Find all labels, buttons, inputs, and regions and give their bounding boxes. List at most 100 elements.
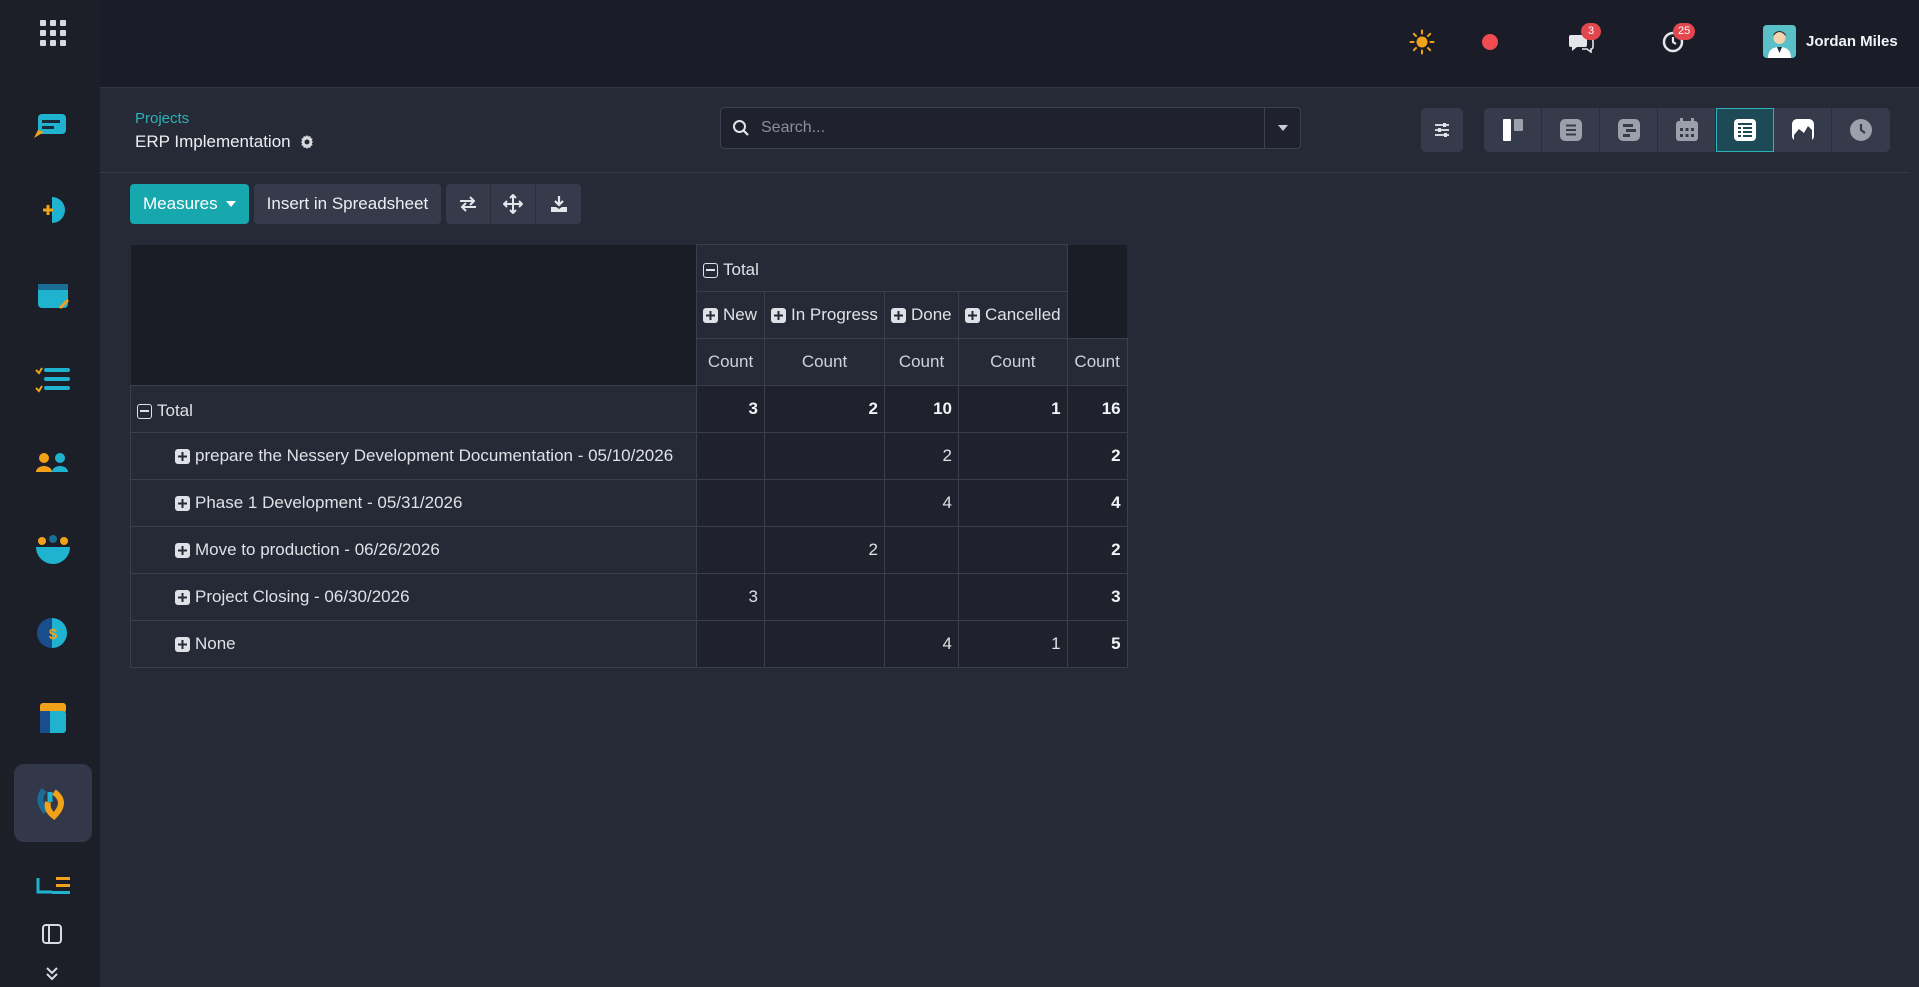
app-sidebar: $ bbox=[0, 0, 100, 987]
pivot-cell[interactable]: 4 bbox=[884, 620, 959, 668]
row-header[interactable]: Project Closing - 06/30/2026 bbox=[130, 573, 697, 621]
pivot-cell[interactable] bbox=[958, 432, 1068, 480]
crm-app-icon[interactable] bbox=[14, 171, 92, 249]
search-options-toggle[interactable] bbox=[1264, 108, 1300, 148]
wallet-app-icon[interactable] bbox=[14, 256, 92, 334]
col-group-label: In Progress bbox=[791, 305, 878, 325]
accounting-app-icon[interactable]: $ bbox=[14, 594, 92, 672]
apps-menu-icon[interactable] bbox=[40, 20, 66, 46]
pivot-cell[interactable]: 10 bbox=[884, 385, 959, 433]
gantt-view-icon[interactable] bbox=[1600, 108, 1658, 152]
search-input[interactable] bbox=[761, 108, 1264, 148]
row-label: Phase 1 Development - 05/31/2026 bbox=[195, 493, 463, 513]
pivot-actions bbox=[446, 184, 582, 224]
pivot-cell[interactable]: 4 bbox=[884, 479, 959, 527]
pivot-cell[interactable] bbox=[696, 479, 765, 527]
sun-icon[interactable] bbox=[1406, 26, 1438, 58]
pivot-cell[interactable]: 2 bbox=[1066, 432, 1128, 480]
pivot-cell[interactable] bbox=[884, 573, 959, 621]
team-app-icon[interactable] bbox=[14, 509, 92, 587]
activity-clock-icon[interactable]: 25 bbox=[1657, 23, 1696, 58]
row-header[interactable]: None bbox=[130, 620, 697, 668]
recording-dot-icon[interactable] bbox=[1474, 26, 1506, 58]
expand-icon bbox=[771, 307, 786, 323]
pivot-view-icon[interactable] bbox=[1716, 108, 1774, 152]
pivot-cell[interactable]: 3 bbox=[1066, 573, 1128, 621]
pivot-cell[interactable] bbox=[764, 432, 885, 480]
documents-app-icon[interactable] bbox=[14, 848, 92, 926]
row-header-total[interactable]: Total bbox=[130, 385, 697, 433]
sidebar-toggle-icon[interactable] bbox=[38, 920, 66, 948]
col-total-label: Total bbox=[723, 260, 759, 279]
table-row: Project Closing - 06/30/2026 3 3 bbox=[130, 573, 1128, 621]
pivot-cell[interactable]: 2 bbox=[884, 432, 959, 480]
measure-header[interactable]: Count bbox=[884, 338, 959, 386]
project-app-icon[interactable] bbox=[14, 764, 92, 842]
contacts-app-icon[interactable] bbox=[14, 424, 92, 502]
pivot-cell[interactable] bbox=[958, 526, 1068, 574]
measure-header[interactable]: Count bbox=[1066, 338, 1128, 386]
row-header[interactable]: Phase 1 Development - 05/31/2026 bbox=[130, 479, 697, 527]
pivot-cell[interactable] bbox=[696, 432, 765, 480]
measure-header[interactable]: Count bbox=[958, 338, 1068, 386]
graph-view-icon[interactable] bbox=[1774, 108, 1832, 152]
measures-button[interactable]: Measures bbox=[130, 184, 249, 224]
measure-header[interactable]: Count bbox=[764, 338, 885, 386]
search-bar bbox=[720, 107, 1301, 149]
pivot-cell[interactable]: 1 bbox=[958, 385, 1068, 433]
activity-view-icon[interactable] bbox=[1832, 108, 1890, 152]
chevron-double-down-icon[interactable] bbox=[38, 962, 66, 984]
calendar-app-icon[interactable] bbox=[14, 679, 92, 757]
row-total-label: Total bbox=[157, 401, 193, 420]
pivot-cell[interactable] bbox=[884, 526, 959, 574]
pivot-cell[interactable]: 2 bbox=[1066, 526, 1128, 574]
table-row: Phase 1 Development - 05/31/2026 4 4 bbox=[130, 479, 1128, 527]
kanban-view-icon[interactable] bbox=[1484, 108, 1542, 152]
chat-icon[interactable]: 3 bbox=[1565, 23, 1601, 58]
expand-all-icon[interactable] bbox=[491, 184, 537, 224]
user-menu[interactable]: Jordan Miles bbox=[1763, 24, 1898, 58]
col-header-total[interactable]: Total bbox=[696, 244, 1068, 292]
pivot-cell[interactable]: 3 bbox=[696, 385, 765, 433]
expand-icon bbox=[175, 542, 190, 558]
caret-down-icon bbox=[225, 201, 236, 207]
pivot-cell[interactable] bbox=[764, 620, 885, 668]
calendar-view-icon[interactable] bbox=[1658, 108, 1716, 152]
pivot-cell[interactable]: 2 bbox=[764, 385, 885, 433]
list-view-icon[interactable] bbox=[1542, 108, 1600, 152]
expand-icon bbox=[175, 495, 190, 511]
col-group-label: New bbox=[723, 305, 758, 325]
expand-icon bbox=[175, 636, 190, 652]
col-header-cancelled[interactable]: Cancelled bbox=[958, 291, 1068, 339]
flip-axis-icon[interactable] bbox=[446, 184, 492, 224]
pivot-cell[interactable] bbox=[958, 573, 1068, 621]
pivot-cell[interactable] bbox=[958, 479, 1068, 527]
gear-icon[interactable] bbox=[299, 134, 315, 150]
insert-in-spreadsheet-button[interactable]: Insert in Spreadsheet bbox=[253, 184, 442, 224]
pivot-cell[interactable]: 3 bbox=[696, 573, 765, 621]
pivot-cell[interactable]: 1 bbox=[958, 620, 1068, 668]
breadcrumb-projects[interactable]: Projects bbox=[135, 110, 189, 127]
pivot-cell[interactable]: 5 bbox=[1066, 620, 1128, 668]
tasks-app-icon[interactable] bbox=[14, 340, 92, 418]
filter-settings-button[interactable] bbox=[1421, 108, 1463, 152]
expand-icon bbox=[965, 307, 980, 323]
pivot-cell[interactable]: 16 bbox=[1066, 385, 1128, 433]
col-header-new[interactable]: New bbox=[696, 291, 765, 339]
pivot-cell[interactable] bbox=[764, 479, 885, 527]
pivot-cell[interactable]: 2 bbox=[764, 526, 885, 574]
row-label: Move to production - 06/26/2026 bbox=[195, 540, 440, 560]
activity-badge: 25 bbox=[1673, 23, 1696, 40]
col-header-done[interactable]: Done bbox=[884, 291, 959, 339]
download-icon[interactable] bbox=[536, 184, 581, 224]
row-header[interactable]: prepare the Nessery Development Document… bbox=[130, 432, 697, 480]
pivot-cell[interactable] bbox=[696, 620, 765, 668]
row-header[interactable]: Move to production - 06/26/2026 bbox=[130, 526, 697, 574]
col-header-in-progress[interactable]: In Progress bbox=[764, 291, 885, 339]
measure-header[interactable]: Count bbox=[696, 338, 765, 386]
pivot-cell[interactable] bbox=[764, 573, 885, 621]
pivot-cell[interactable] bbox=[696, 526, 765, 574]
table-row-total: Total 3 2 10 1 16 bbox=[130, 385, 1128, 433]
discuss-app-icon[interactable] bbox=[14, 86, 92, 164]
pivot-cell[interactable]: 4 bbox=[1066, 479, 1128, 527]
